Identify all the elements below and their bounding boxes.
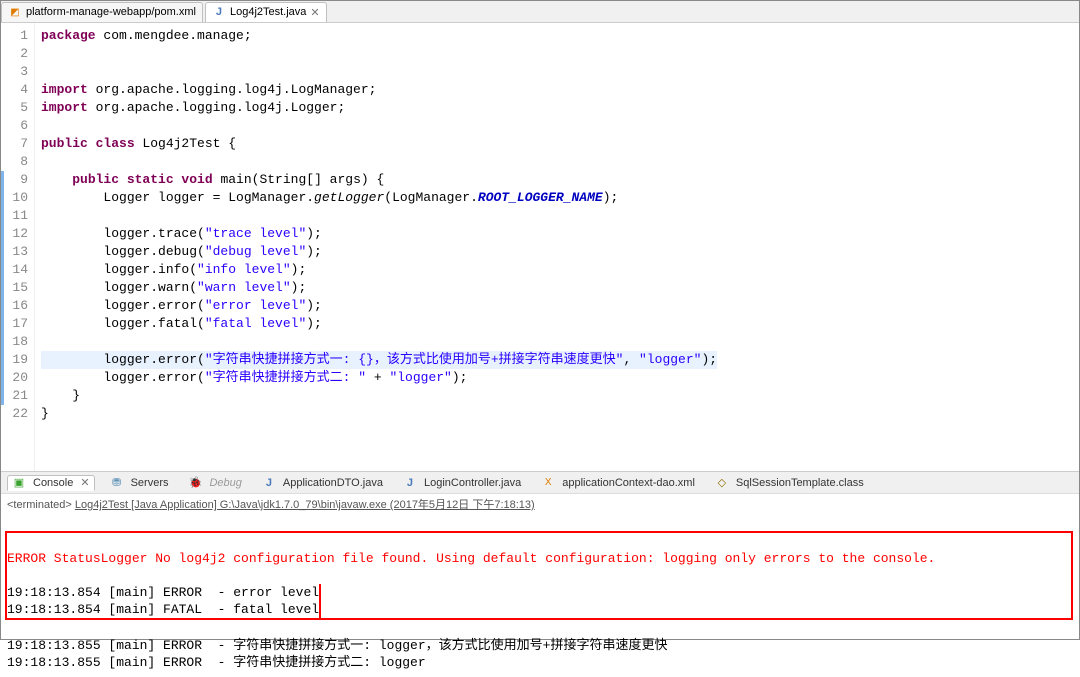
tab-label: Debug — [209, 477, 241, 489]
code-line[interactable]: public static void main(String[] args) { — [41, 171, 717, 189]
line-number: 12 — [1, 225, 28, 243]
code-line[interactable]: public class Log4j2Test { — [41, 135, 717, 153]
close-icon[interactable]: ✕ — [80, 476, 89, 489]
line-number: 9 — [1, 171, 28, 189]
line-number: 11 — [1, 207, 28, 225]
console-error-line: ERROR StatusLogger No log4j2 configurati… — [7, 550, 1071, 567]
console-line: 19:18:13.855 [main] ERROR - 字符串快捷拼接方式一: … — [7, 638, 667, 653]
line-number: 6 — [1, 117, 28, 135]
line-number: 16 — [1, 297, 28, 315]
servers-icon: ⛃ — [110, 476, 124, 490]
console-line: 19:18:13.854 [main] ERROR - error level — [7, 585, 319, 600]
tab-label: platform-manage-webapp/pom.xml — [26, 6, 196, 18]
code-line[interactable]: logger.info("info level"); — [41, 261, 717, 279]
java-file-icon: J — [212, 5, 226, 19]
debug-icon: 🐞 — [188, 476, 202, 490]
tab-appcontext-dao[interactable]: X applicationContext-dao.xml — [536, 475, 700, 491]
line-number: 3 — [1, 63, 28, 81]
code-line[interactable]: logger.warn("warn level"); — [41, 279, 717, 297]
line-number: 14 — [1, 261, 28, 279]
code-line[interactable]: logger.error("error level"); — [41, 297, 717, 315]
editor-tab-bar: ◩ platform-manage-webapp/pom.xml J Log4j… — [1, 1, 1079, 23]
tab-label: Console — [33, 477, 73, 489]
tab-sqlsessiontemplate[interactable]: ◇ SqlSessionTemplate.class — [710, 475, 869, 491]
tab-servers[interactable]: ⛃ Servers — [105, 475, 174, 491]
code-line[interactable] — [41, 45, 717, 63]
code-line[interactable] — [41, 207, 717, 225]
code-line[interactable]: } — [41, 387, 717, 405]
line-number: 5 — [1, 99, 28, 117]
console-line: 19:18:13.854 [main] FATAL - fatal level — [7, 602, 319, 617]
tab-label: applicationContext-dao.xml — [562, 477, 695, 489]
code-line[interactable] — [41, 153, 717, 171]
console-line: 19:18:13.855 [main] ERROR - 字符串快捷拼接方式二: … — [7, 655, 426, 670]
tab-login-controller[interactable]: J LoginController.java — [398, 475, 526, 491]
line-number: 22 — [1, 405, 28, 423]
code-editor[interactable]: 12345678910111213141516171819202122 pack… — [1, 23, 1079, 471]
process-link[interactable]: Log4j2Test [Java Application] G:\Java\jd… — [75, 499, 535, 511]
line-number: 1 — [1, 27, 28, 45]
tab-pom[interactable]: ◩ platform-manage-webapp/pom.xml — [1, 2, 203, 22]
tab-console[interactable]: ▣ Console ✕ — [7, 475, 95, 491]
code-line[interactable]: import org.apache.logging.log4j.Logger; — [41, 99, 717, 117]
line-number: 19 — [1, 351, 28, 369]
line-number: 20 — [1, 369, 28, 387]
line-number: 7 — [1, 135, 28, 153]
code-line[interactable]: logger.error("字符串快捷拼接方式一: {}，该方式比使用加号+拼接… — [41, 351, 717, 369]
code-line[interactable]: logger.trace("trace level"); — [41, 225, 717, 243]
line-number: 2 — [1, 45, 28, 63]
terminated-label: <terminated> — [7, 499, 75, 511]
line-number: 17 — [1, 315, 28, 333]
code-line[interactable]: package com.mengdee.manage; — [41, 27, 717, 45]
code-line[interactable]: } — [41, 405, 717, 423]
code-line[interactable]: logger.fatal("fatal level"); — [41, 315, 717, 333]
console-output[interactable]: ERROR StatusLogger No log4j2 configurati… — [1, 514, 1079, 677]
code-line[interactable] — [41, 117, 717, 135]
bottom-view-tab-bar: ▣ Console ✕ ⛃ Servers 🐞 Debug J Applicat… — [1, 471, 1079, 493]
tab-label: Log4j2Test.java — [230, 6, 306, 18]
tab-label: ApplicationDTO.java — [283, 477, 383, 489]
console-icon: ▣ — [12, 476, 26, 490]
tab-label: LoginController.java — [424, 477, 521, 489]
code-line[interactable] — [41, 333, 717, 351]
line-number-gutter: 12345678910111213141516171819202122 — [1, 23, 35, 471]
tab-debug[interactable]: 🐞 Debug — [183, 475, 246, 491]
line-number: 8 — [1, 153, 28, 171]
line-number: 13 — [1, 243, 28, 261]
code-area[interactable]: package com.mengdee.manage; import org.a… — [35, 23, 717, 471]
code-line[interactable]: Logger logger = LogManager.getLogger(Log… — [41, 189, 717, 207]
code-line[interactable] — [41, 63, 717, 81]
java-file-icon: J — [262, 476, 276, 490]
console-process-info: <terminated> Log4j2Test [Java Applicatio… — [1, 493, 1079, 514]
code-line[interactable]: import org.apache.logging.log4j.LogManag… — [41, 81, 717, 99]
line-number: 18 — [1, 333, 28, 351]
tab-label: SqlSessionTemplate.class — [736, 477, 864, 489]
line-number: 15 — [1, 279, 28, 297]
class-file-icon: ◇ — [715, 476, 729, 490]
tab-application-dto[interactable]: J ApplicationDTO.java — [257, 475, 388, 491]
line-number: 4 — [1, 81, 28, 99]
xml-file-icon: X — [541, 476, 555, 490]
code-line[interactable]: logger.debug("debug level"); — [41, 243, 717, 261]
xml-file-icon: ◩ — [8, 5, 22, 19]
line-number: 21 — [1, 387, 28, 405]
line-number: 10 — [1, 189, 28, 207]
java-file-icon: J — [403, 476, 417, 490]
tab-log4j2test[interactable]: J Log4j2Test.java ✕ — [205, 2, 327, 22]
close-icon[interactable]: ✕ — [310, 6, 319, 19]
tab-label: Servers — [131, 477, 169, 489]
code-line[interactable]: logger.error("字符串快捷拼接方式二: " + "logger"); — [41, 369, 717, 387]
